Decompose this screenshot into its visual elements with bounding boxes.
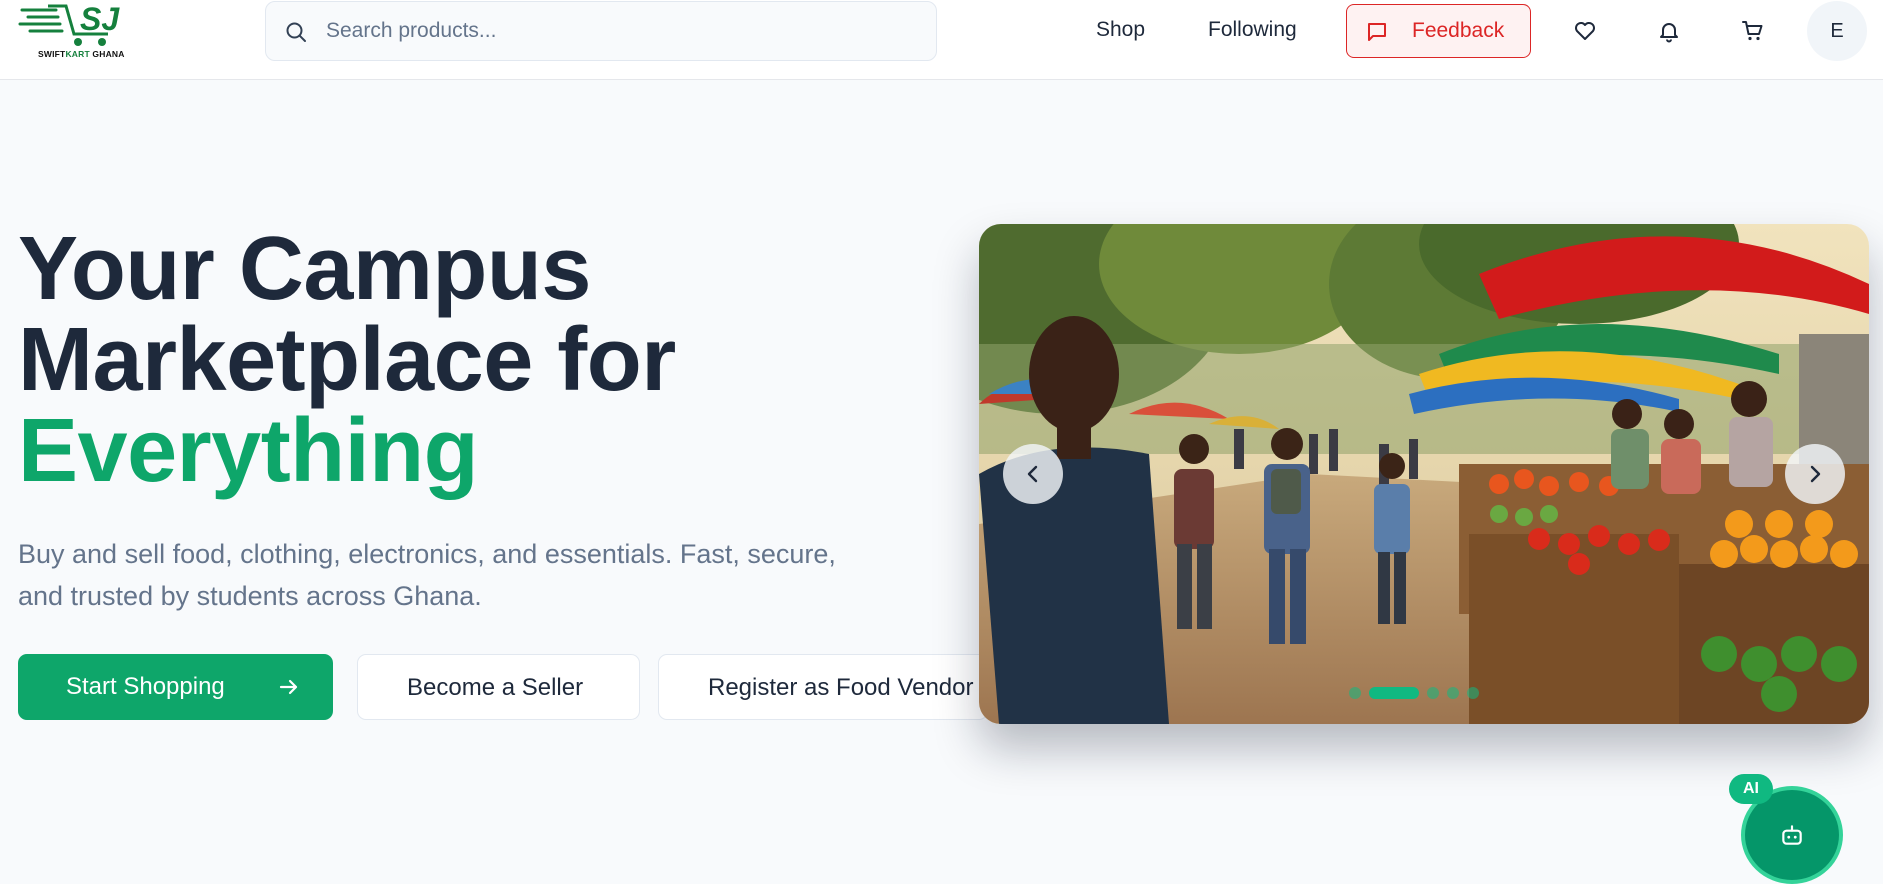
logo-word-kart: KART bbox=[65, 49, 90, 59]
market-scene-image bbox=[979, 224, 1869, 724]
carousel-indicators bbox=[1349, 687, 1479, 699]
ai-badge: AI bbox=[1729, 774, 1773, 804]
user-avatar[interactable]: E bbox=[1807, 1, 1867, 61]
chevron-left-icon bbox=[1027, 465, 1038, 483]
chevron-right-icon bbox=[1810, 465, 1821, 483]
notifications-button[interactable] bbox=[1652, 14, 1686, 48]
carousel-dot[interactable] bbox=[1447, 687, 1459, 699]
logo-mark: SJ bbox=[80, 1, 120, 37]
bell-icon bbox=[1660, 23, 1678, 43]
hero-title-accent: Everything bbox=[18, 401, 479, 501]
carousel-dot[interactable] bbox=[1467, 687, 1479, 699]
nav-following-link[interactable]: Following bbox=[1208, 18, 1297, 42]
wishlist-button[interactable] bbox=[1568, 14, 1602, 48]
feedback-button[interactable]: Feedback bbox=[1346, 4, 1531, 58]
message-square-icon bbox=[1368, 23, 1386, 41]
become-seller-label: Become a Seller bbox=[407, 674, 584, 701]
become-seller-button[interactable]: Become a Seller bbox=[357, 654, 640, 720]
hero-carousel[interactable] bbox=[979, 224, 1869, 724]
carousel-prev-button[interactable] bbox=[1003, 444, 1063, 504]
arrow-right-icon bbox=[279, 679, 298, 695]
cart-button[interactable] bbox=[1736, 14, 1770, 48]
hero-title: Your Campus Marketplace for Everything bbox=[18, 224, 676, 497]
hero-subtitle: Buy and sell food, clothing, electronics… bbox=[18, 533, 918, 617]
cart-icon bbox=[1742, 21, 1763, 41]
swiftkart-logo[interactable]: SJ SWIFTKART GHANA bbox=[18, 0, 124, 62]
register-food-vendor-button[interactable]: Register as Food Vendor bbox=[658, 654, 988, 720]
start-shopping-button[interactable]: Start Shopping bbox=[18, 654, 333, 720]
carousel-next-button[interactable] bbox=[1785, 444, 1845, 504]
hero-subtitle-line1: Buy and sell food, clothing, electronics… bbox=[18, 539, 836, 569]
cart-logo-icon: SJ bbox=[18, 1, 120, 46]
logo-word-ghana: GHANA bbox=[89, 49, 125, 59]
search-bar[interactable] bbox=[265, 1, 937, 61]
carousel-dot[interactable] bbox=[1427, 687, 1439, 699]
top-header: SJ SWIFTKART GHANA Shop Following Feedba… bbox=[0, 0, 1883, 80]
hero-subtitle-line2: and trusted by students across Ghana. bbox=[18, 581, 482, 611]
search-input[interactable] bbox=[326, 10, 916, 52]
search-icon bbox=[286, 22, 306, 42]
hero-title-line2: Marketplace for bbox=[18, 310, 676, 410]
feedback-label: Feedback bbox=[1412, 19, 1505, 42]
register-food-vendor-label: Register as Food Vendor bbox=[708, 674, 974, 701]
start-shopping-label: Start Shopping bbox=[66, 673, 225, 700]
carousel-dot[interactable] bbox=[1349, 687, 1361, 699]
heart-icon bbox=[1575, 22, 1595, 40]
bot-icon bbox=[1782, 825, 1802, 845]
logo-word-swift: SWIFT bbox=[38, 49, 66, 59]
carousel-dot-active[interactable] bbox=[1369, 687, 1419, 699]
hero-title-line1: Your Campus bbox=[18, 219, 591, 319]
nav-shop-link[interactable]: Shop bbox=[1096, 18, 1145, 42]
logo-wordmark: SWIFTKART GHANA bbox=[38, 49, 125, 59]
